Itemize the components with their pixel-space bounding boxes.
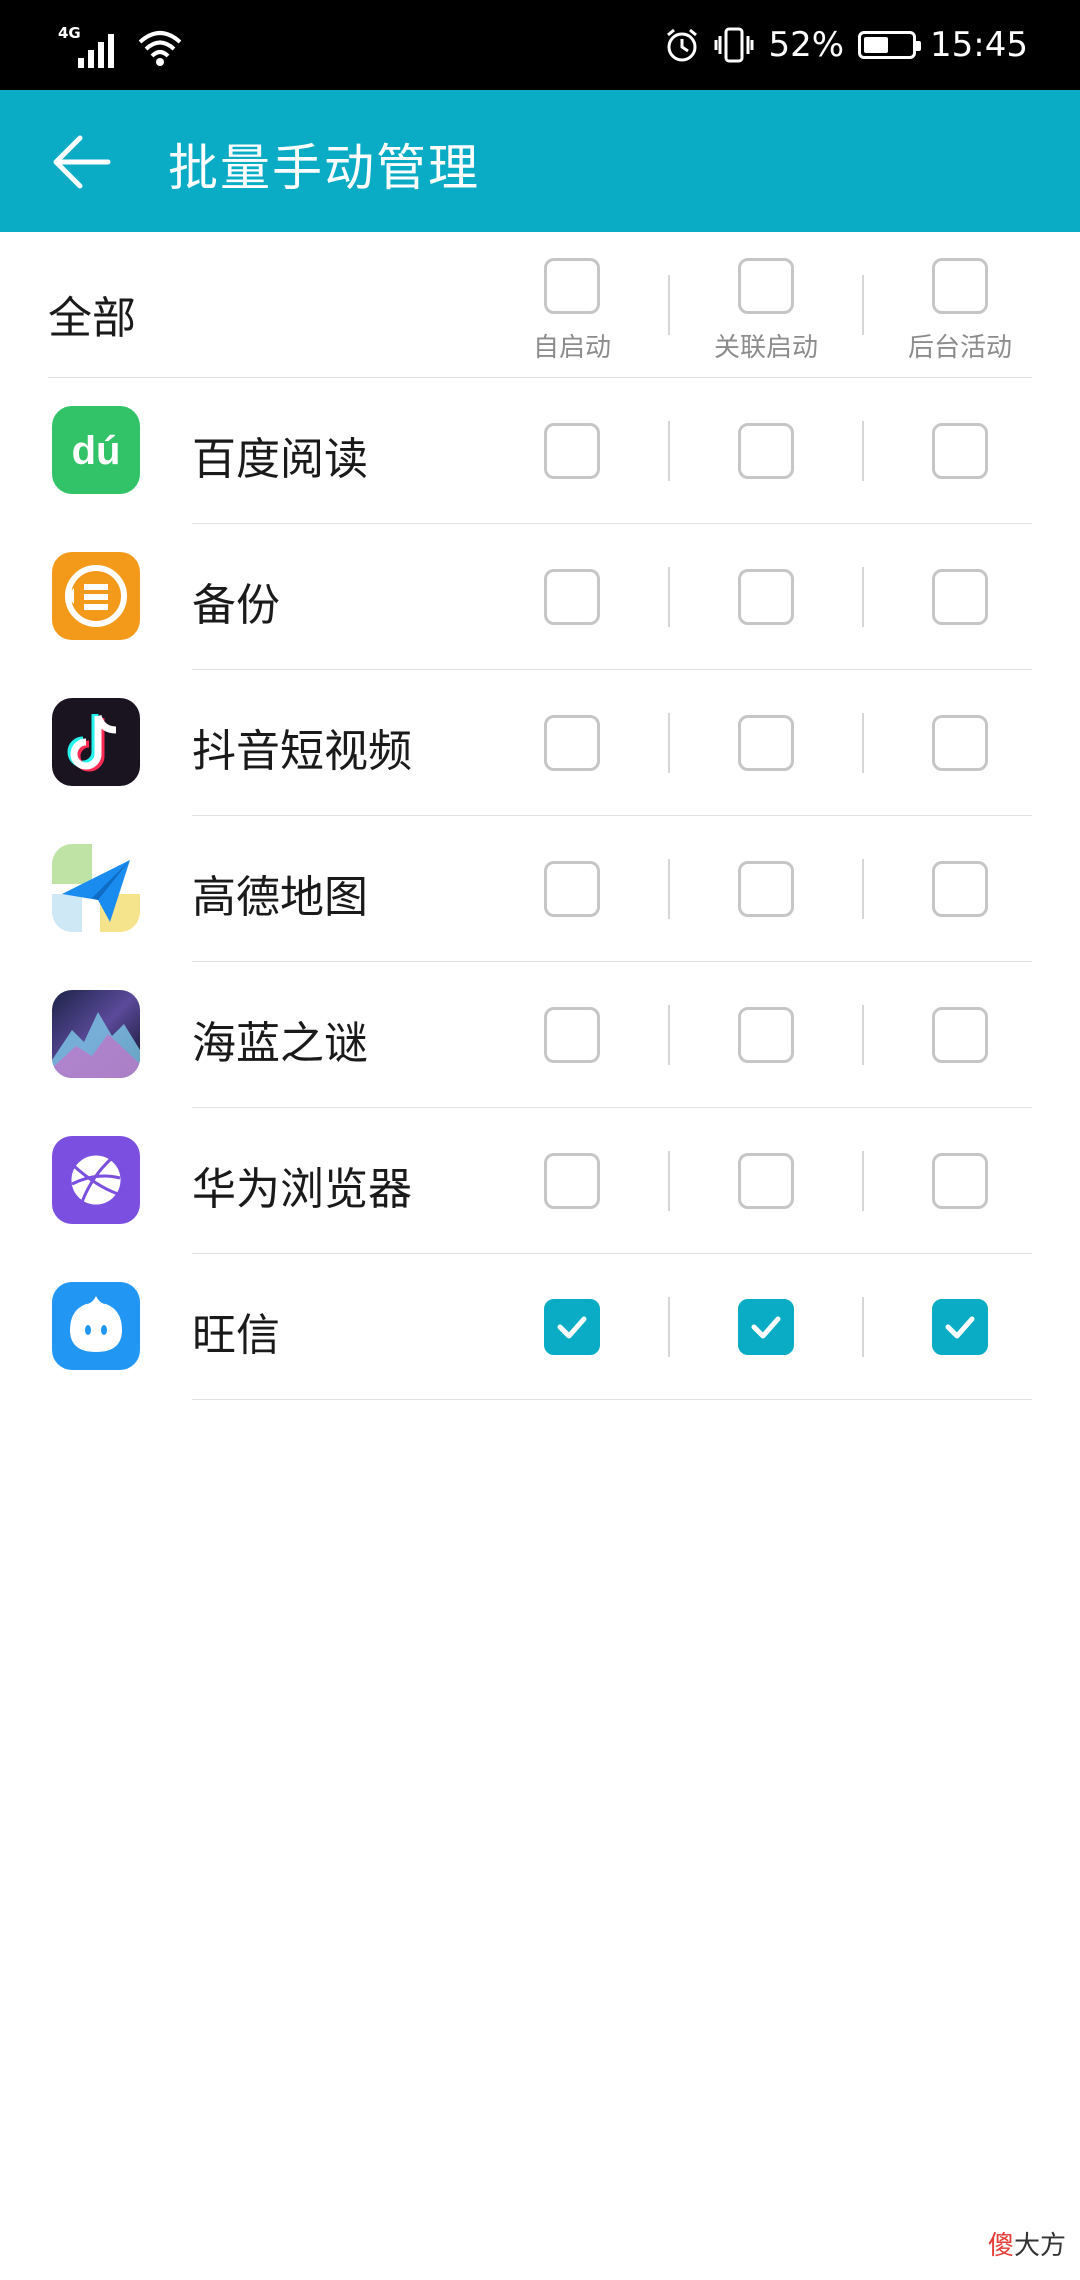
- wangxin-icon: [52, 1282, 140, 1370]
- column-separator: [862, 1297, 864, 1357]
- column-separator: [862, 567, 864, 627]
- column-separator: [862, 421, 864, 481]
- backup-icon: [52, 552, 140, 640]
- associated-start-checkbox[interactable]: [738, 861, 794, 917]
- column-separator: [862, 713, 864, 773]
- column-separator: [668, 859, 670, 919]
- battery-icon: [858, 31, 922, 59]
- column-separator: [862, 1005, 864, 1065]
- app-row: 抖音短视频: [0, 670, 1080, 816]
- amap-icon: [52, 844, 140, 932]
- clock: 15:45: [930, 25, 1028, 65]
- hailan-icon: [52, 990, 140, 1078]
- select-all-autostart-checkbox[interactable]: [544, 258, 600, 314]
- app-row: 备份: [0, 524, 1080, 670]
- app-row: 高德地图: [0, 816, 1080, 962]
- background-checkbox[interactable]: [932, 1153, 988, 1209]
- status-bar: 4G 52% 15:45: [0, 0, 1080, 90]
- autostart-checkbox[interactable]: [544, 861, 600, 917]
- battery-fill: [864, 37, 888, 53]
- autostart-checkbox[interactable]: [544, 423, 600, 479]
- watermark-accent: 傻: [987, 2231, 1014, 2261]
- associated-start-checkbox[interactable]: [738, 715, 794, 771]
- row-divider: [192, 1399, 1032, 1400]
- signal-icon: [78, 26, 114, 68]
- column-separator: [668, 1297, 670, 1357]
- column-separator: [862, 859, 864, 919]
- column-label-autostart: 自启动: [532, 333, 611, 363]
- background-checkbox[interactable]: [932, 1007, 988, 1063]
- associated-start-checkbox[interactable]: [738, 569, 794, 625]
- associated-start-checkbox[interactable]: [738, 1153, 794, 1209]
- app-name: 备份: [192, 580, 280, 631]
- column-separator: [668, 1151, 670, 1211]
- column-separator: [668, 1005, 670, 1065]
- watermark-text: 大方: [1013, 2231, 1066, 2261]
- app-row: 华为浏览器: [0, 1108, 1080, 1254]
- autostart-checkbox[interactable]: [544, 715, 600, 771]
- vibrate-icon: [714, 27, 754, 63]
- autostart-checkbox[interactable]: [544, 1007, 600, 1063]
- page-title: 批量手动管理: [168, 139, 480, 197]
- select-all-row: 全部 自启动 关联启动 后台活动: [0, 232, 1080, 378]
- app-row: 海蓝之谜: [0, 962, 1080, 1108]
- background-checkbox[interactable]: [932, 1299, 988, 1355]
- associated-start-checkbox[interactable]: [738, 1007, 794, 1063]
- select-all-background-checkbox[interactable]: [932, 258, 988, 314]
- watermark: 傻大方: [988, 2225, 1066, 2262]
- checkmark-icon: [557, 1316, 587, 1339]
- alarm-icon: [667, 28, 698, 62]
- all-label: 全部: [48, 293, 136, 344]
- app-row: dú 百度阅读: [0, 378, 1080, 524]
- autostart-checkbox[interactable]: [544, 1299, 600, 1355]
- battery-percent: 52%: [768, 25, 845, 65]
- column-label-associated-start: 关联启动: [713, 333, 818, 363]
- douyin-icon: [52, 698, 140, 786]
- app-name: 海蓝之谜: [192, 1018, 368, 1069]
- column-separator: [668, 275, 670, 335]
- svg-text:dú: dú: [72, 429, 121, 473]
- background-checkbox[interactable]: [932, 715, 988, 771]
- autostart-checkbox[interactable]: [544, 569, 600, 625]
- background-checkbox[interactable]: [932, 423, 988, 479]
- column-separator: [862, 1151, 864, 1211]
- associated-start-checkbox[interactable]: [738, 423, 794, 479]
- column-separator: [668, 713, 670, 773]
- baidu-read-icon: dú: [52, 406, 140, 494]
- app-name: 高德地图: [192, 872, 368, 923]
- select-all-associated-start-checkbox[interactable]: [738, 258, 794, 314]
- back-arrow-icon[interactable]: [46, 126, 118, 198]
- background-checkbox[interactable]: [932, 861, 988, 917]
- app-row: 旺信: [0, 1254, 1080, 1400]
- app-name: 华为浏览器: [192, 1164, 412, 1215]
- checkmark-icon: [751, 1316, 781, 1339]
- wifi-icon: [138, 31, 182, 66]
- app-name: 抖音短视频: [192, 726, 412, 777]
- title-bar: 批量手动管理: [0, 90, 1080, 232]
- column-label-background: 后台活动: [907, 333, 1012, 363]
- app-name: 百度阅读: [192, 434, 368, 485]
- checkmark-icon: [945, 1316, 975, 1339]
- column-separator: [862, 275, 864, 335]
- app-name: 旺信: [192, 1310, 280, 1361]
- background-checkbox[interactable]: [932, 569, 988, 625]
- column-separator: [668, 567, 670, 627]
- column-separator: [668, 421, 670, 481]
- autostart-checkbox[interactable]: [544, 1153, 600, 1209]
- huawei-browser-icon: [52, 1136, 140, 1224]
- network-type: 4G: [58, 24, 81, 42]
- status-left: 4G: [58, 18, 182, 68]
- associated-start-checkbox[interactable]: [738, 1299, 794, 1355]
- status-right: 52% 15:45: [664, 20, 1028, 70]
